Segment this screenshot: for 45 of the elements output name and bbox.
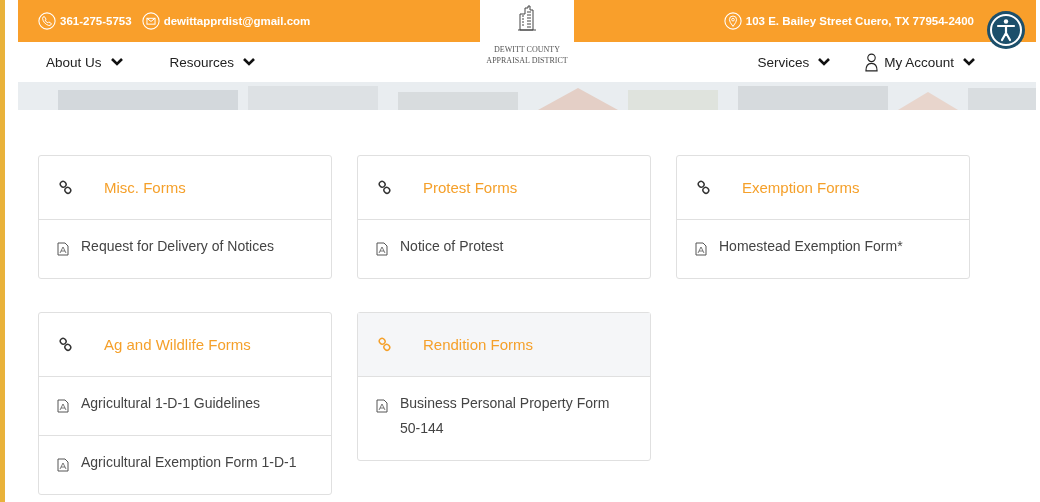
form-link[interactable]: Notice of Protest — [358, 220, 650, 278]
link-icon — [378, 337, 391, 352]
card-title: Ag and Wildlife Forms — [104, 336, 251, 353]
chevron-down-icon — [242, 57, 257, 67]
form-link-text: Notice of Protest — [400, 237, 504, 256]
building-logo-icon — [517, 4, 537, 32]
form-link-text: Agricultural 1-D-1 Guidelines — [81, 394, 260, 413]
nav-menu-item[interactable]: About Us — [46, 54, 124, 70]
logo-text: APPRAISAL DISTRICT — [486, 55, 568, 66]
mail-icon — [141, 12, 160, 30]
form-link-text: Business Personal Property Form 50-144 — [400, 394, 611, 438]
card-title: Protest Forms — [423, 179, 518, 196]
card-title: Misc. Forms — [104, 179, 186, 196]
form-link[interactable]: Business Personal Property Form 50-144 — [358, 377, 650, 460]
link-icon — [59, 180, 72, 195]
form-link-text: Homestead Exemption Form* — [719, 237, 903, 256]
phone-icon — [38, 12, 56, 30]
form-link[interactable]: Agricultural Exemption Form 1-D-1 — [39, 436, 331, 494]
nav-menu-item[interactable]: Resources — [169, 54, 257, 70]
form-link[interactable]: Agricultural 1-D-1 Guidelines — [39, 377, 331, 436]
location-pin-icon — [723, 12, 742, 30]
pdf-file-icon — [57, 399, 69, 413]
accessibility-button[interactable] — [986, 10, 1026, 50]
nav-menu-item[interactable]: Services — [757, 54, 832, 70]
pdf-file-icon — [695, 242, 707, 256]
pdf-file-icon — [376, 399, 388, 413]
logo-text: DEWITT COUNTY — [494, 44, 560, 55]
nav-menu-item[interactable]: My Account — [865, 52, 976, 72]
address-text: 103 E. Bailey Street Cuero, TX 77954-2400 — [723, 12, 974, 30]
card-title: Rendition Forms — [423, 336, 534, 353]
user-icon — [865, 52, 879, 72]
chevron-down-icon — [109, 57, 124, 67]
card-title: Exemption Forms — [742, 179, 860, 196]
chevron-down-icon — [817, 57, 832, 67]
pdf-file-icon — [376, 242, 388, 256]
link-icon — [697, 180, 710, 195]
chevron-down-icon — [962, 57, 976, 67]
pdf-file-icon — [57, 242, 69, 256]
form-link[interactable]: Homestead Exemption Form* — [677, 220, 969, 278]
form-link-text: Request for Delivery of Notices — [81, 237, 274, 256]
link-icon — [59, 337, 72, 352]
form-link[interactable]: Request for Delivery of Notices — [39, 220, 331, 278]
form-link-text: Agricultural Exemption Form 1-D-1 — [81, 453, 297, 472]
pdf-file-icon — [57, 458, 69, 472]
link-icon — [378, 180, 391, 195]
